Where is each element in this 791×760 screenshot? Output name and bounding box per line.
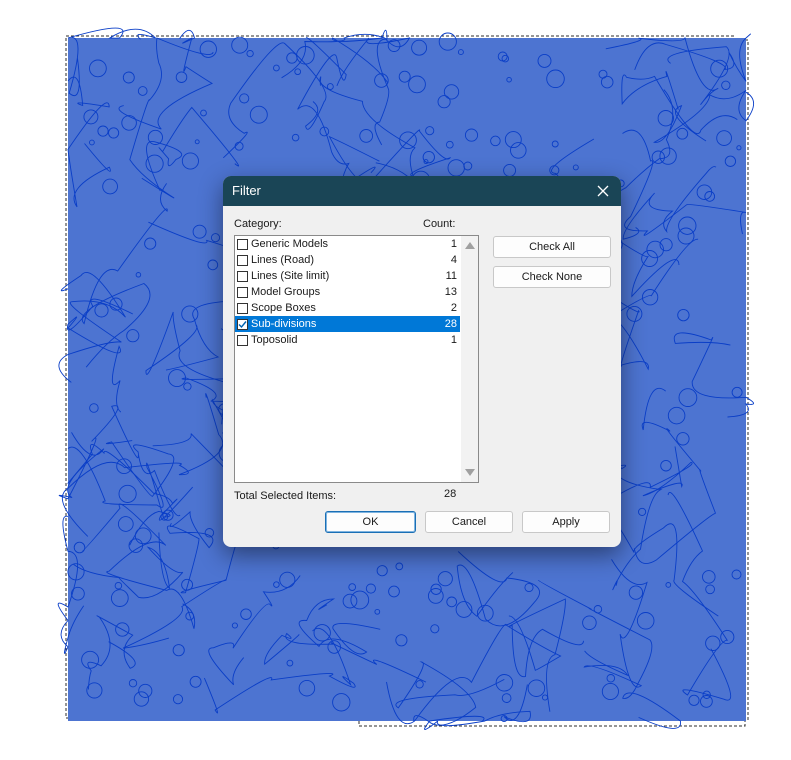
- category-count: 1: [450, 238, 457, 250]
- category-count: 28: [444, 318, 457, 330]
- list-item[interactable]: Lines (Site limit) 11: [235, 268, 460, 284]
- category-count: 2: [450, 302, 457, 314]
- category-name: Lines (Road): [251, 254, 314, 266]
- category-rows: Generic Models 1 Lines (Road) 4 Lines (Site …: [235, 236, 460, 348]
- filter-dialog: Filter Category: Count: Generic Models 1 L…: [223, 176, 621, 547]
- ok-button[interactable]: OK: [325, 511, 416, 533]
- check-none-button[interactable]: Check None: [493, 266, 611, 288]
- title-bar: Filter: [223, 176, 621, 206]
- cancel-button[interactable]: Cancel: [425, 511, 513, 533]
- category-checkbox[interactable]: [237, 286, 248, 298]
- scroll-down-icon[interactable]: [465, 469, 475, 476]
- scroll-up-icon[interactable]: [465, 242, 475, 249]
- category-list[interactable]: Generic Models 1 Lines (Road) 4 Lines (Site …: [234, 235, 479, 483]
- category-label: Category:: [234, 218, 282, 230]
- check-all-button[interactable]: Check All: [493, 236, 611, 258]
- category-name: Model Groups: [251, 286, 321, 298]
- category-count: 4: [450, 254, 457, 266]
- category-checkbox[interactable]: [237, 334, 248, 346]
- close-icon: [597, 185, 609, 197]
- list-item[interactable]: Model Groups 13: [235, 284, 460, 300]
- category-name: Lines (Site limit): [251, 270, 330, 282]
- category-checkbox[interactable]: [237, 318, 248, 330]
- list-item[interactable]: Generic Models 1: [235, 236, 460, 252]
- category-checkbox[interactable]: [237, 302, 248, 314]
- category-checkbox[interactable]: [237, 270, 248, 282]
- category-name: Scope Boxes: [251, 302, 316, 314]
- category-count: 13: [444, 286, 457, 298]
- list-item[interactable]: Lines (Road) 4: [235, 252, 460, 268]
- close-button[interactable]: [593, 181, 613, 201]
- category-count: 1: [450, 334, 457, 346]
- category-checkbox[interactable]: [237, 238, 248, 250]
- category-name: Sub-divisions: [251, 318, 317, 330]
- dialog-title: Filter: [232, 183, 261, 198]
- list-item[interactable]: Toposolid 1: [235, 332, 460, 348]
- list-scrollbar[interactable]: [461, 236, 478, 482]
- list-item[interactable]: Scope Boxes 2: [235, 300, 460, 316]
- count-label: Count:: [423, 218, 456, 230]
- list-item[interactable]: Sub-divisions 28: [235, 316, 460, 332]
- total-selected-value: 28: [444, 488, 457, 500]
- category-name: Toposolid: [251, 334, 298, 346]
- checkmark-icon: [238, 320, 247, 328]
- total-selected-label: Total Selected Items:: [234, 490, 337, 502]
- category-checkbox[interactable]: [237, 254, 248, 266]
- category-count: 11: [445, 270, 457, 282]
- apply-button[interactable]: Apply: [522, 511, 610, 533]
- category-name: Generic Models: [251, 238, 329, 250]
